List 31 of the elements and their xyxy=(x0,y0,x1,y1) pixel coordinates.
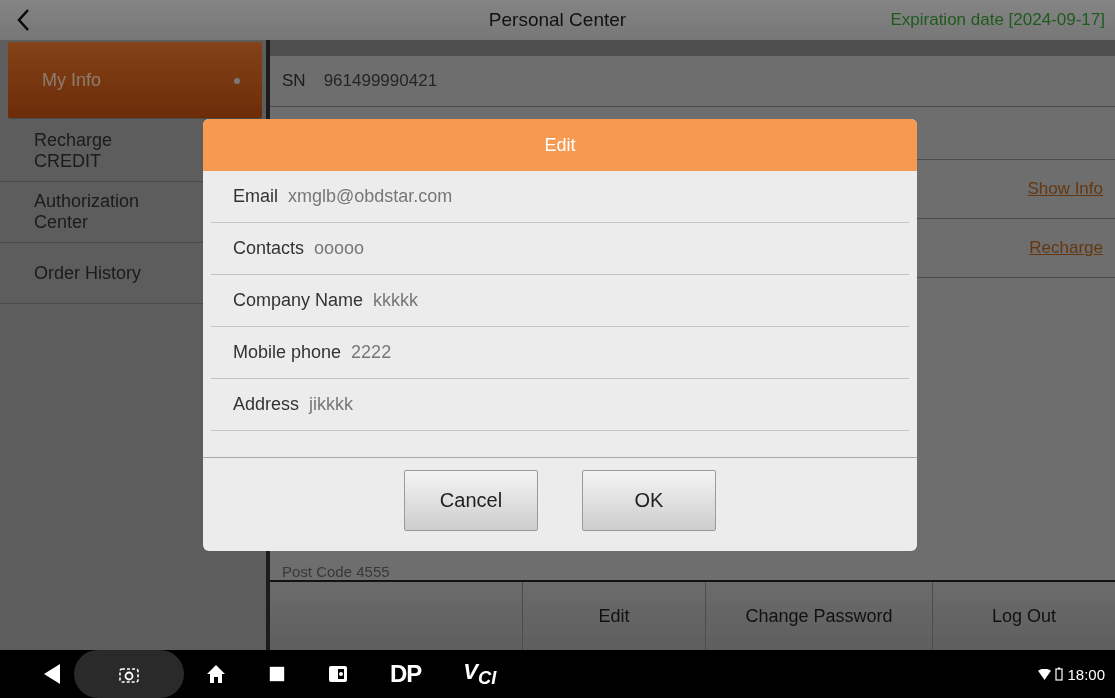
battery-icon xyxy=(1055,667,1064,681)
field-label: Mobile phone xyxy=(233,342,342,363)
screenshot-button[interactable] xyxy=(74,650,184,698)
action-button[interactable]: Log Out xyxy=(932,582,1115,650)
sidebar-item[interactable]: My Info xyxy=(8,42,262,119)
field-value[interactable]: kkkkk xyxy=(373,290,419,311)
action-button[interactable]: Change Password xyxy=(705,582,932,650)
field-label: Address xyxy=(233,394,300,415)
field-value[interactable]: ooooo xyxy=(314,238,365,259)
page-title: Personal Center xyxy=(488,9,627,31)
camera-icon xyxy=(119,665,139,683)
dialog-title: Edit xyxy=(203,119,917,171)
field-value[interactable]: jikkkk xyxy=(309,394,354,415)
sn-label: SN xyxy=(282,71,306,91)
home-icon[interactable] xyxy=(206,664,226,684)
dialog-button[interactable]: OK xyxy=(582,470,716,531)
info-link[interactable]: Recharge xyxy=(1029,238,1103,258)
app-icon[interactable] xyxy=(328,664,348,684)
field-value[interactable]: xmglb@obdstar.com xyxy=(288,186,453,207)
wifi-icon xyxy=(1038,668,1052,680)
action-button[interactable]: Edit xyxy=(522,582,705,650)
dp-app-logo[interactable]: DP xyxy=(390,660,422,688)
field-value[interactable]: 2222 xyxy=(351,342,392,363)
vci-app-logo[interactable]: V$_{CI}$ xyxy=(463,658,497,690)
sn-value: 961499990421 xyxy=(323,71,438,91)
recent-apps-icon[interactable] xyxy=(268,665,286,683)
clock: 18:00 xyxy=(1067,665,1105,683)
info-link[interactable]: Show Info xyxy=(1027,179,1103,199)
dialog-button[interactable]: Cancel xyxy=(404,470,538,531)
expiration-date: Expiration date [2024-09-17] xyxy=(890,10,1105,30)
back-icon[interactable] xyxy=(42,663,62,685)
